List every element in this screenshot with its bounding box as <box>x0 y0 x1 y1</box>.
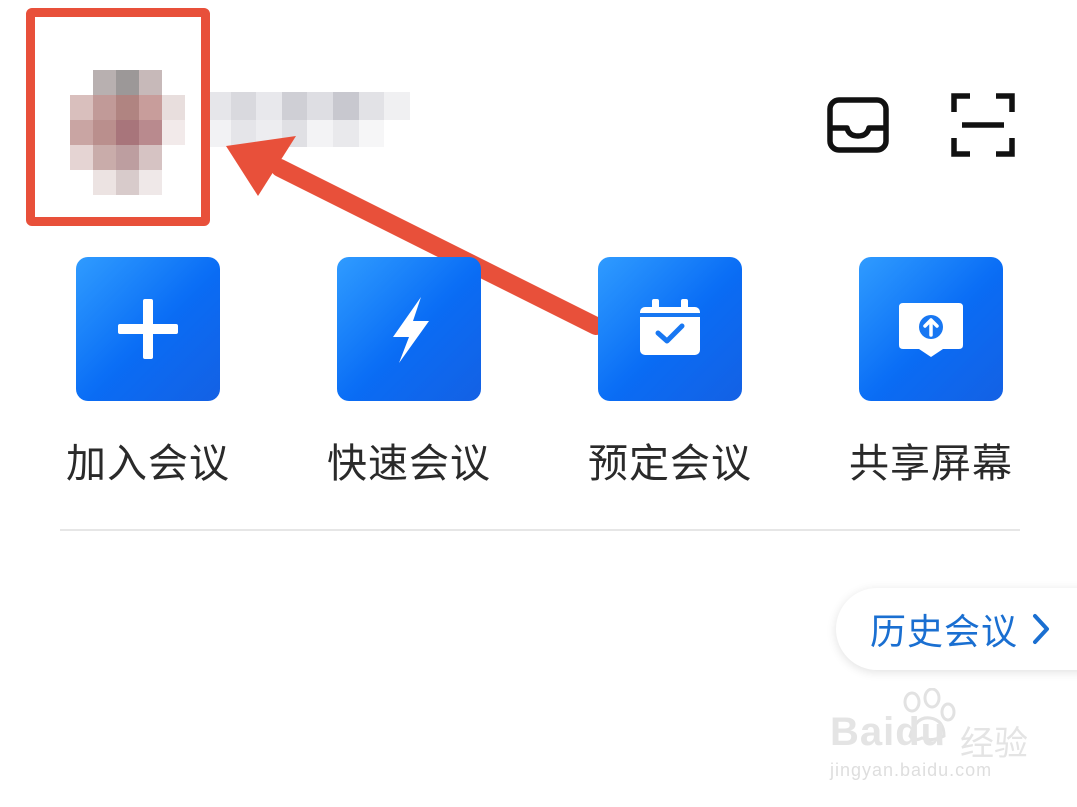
calendar-check-icon <box>640 299 700 355</box>
username-mosaic-cell <box>230 119 257 147</box>
username-mosaic-cell <box>358 92 385 120</box>
annotation-highlight-box <box>26 8 210 226</box>
join-meeting-button[interactable]: 加入会议 <box>58 257 238 489</box>
username-mosaic-cell <box>307 119 333 147</box>
inbox-icon[interactable] <box>825 92 891 158</box>
username-mosaic-cell <box>384 92 410 120</box>
share-screen-label: 共享屏幕 <box>849 441 1013 487</box>
share-screen-tile[interactable] <box>859 257 1003 401</box>
plus-icon <box>118 299 178 359</box>
username-mosaic-cell <box>230 92 257 120</box>
baidu-jingyan-watermark: Baidu 经验 jingyan.baidu.com <box>820 688 1050 788</box>
scan-icon[interactable] <box>950 92 1016 158</box>
username-mosaic-cell <box>307 92 333 120</box>
join-meeting-tile[interactable] <box>76 257 220 401</box>
history-meetings-button[interactable]: 历史会议 <box>836 588 1077 670</box>
quick-meeting-tile[interactable] <box>337 257 481 401</box>
join-meeting-label: 加入会议 <box>66 441 230 487</box>
quick-meeting-button[interactable]: 快速会议 <box>319 257 499 489</box>
schedule-meeting-label: 预定会议 <box>588 441 752 487</box>
username-blurred <box>205 92 410 147</box>
share-screen-button[interactable]: 共享屏幕 <box>841 257 1021 489</box>
username-mosaic-cell <box>358 119 385 147</box>
share-screen-icon <box>899 303 963 357</box>
username-mosaic-cell <box>332 92 359 120</box>
username-mosaic-cell <box>281 119 308 147</box>
username-mosaic-cell <box>384 119 410 147</box>
chevron-right-icon <box>1033 614 1050 644</box>
divider <box>60 529 1020 531</box>
watermark-url: jingyan.baidu.com <box>830 760 993 780</box>
username-mosaic-cell <box>281 92 308 120</box>
quick-meeting-label: 快速会议 <box>327 441 491 487</box>
schedule-meeting-tile[interactable] <box>598 257 742 401</box>
username-mosaic-cell <box>332 119 359 147</box>
watermark-jingyan: 经验 <box>960 725 1028 763</box>
username-mosaic-cell <box>256 119 282 147</box>
schedule-meeting-button[interactable]: 预定会议 <box>580 257 760 489</box>
meeting-home-screen: 加入会议 快速会议 预定会议 共享屏幕 历史会议 Baidu 经验 jingya… <box>0 0 1077 807</box>
username-mosaic-cell <box>256 92 282 120</box>
watermark-brand: Baidu <box>830 710 947 754</box>
lightning-icon <box>393 297 429 363</box>
history-meetings-label: 历史会议 <box>870 612 1019 653</box>
